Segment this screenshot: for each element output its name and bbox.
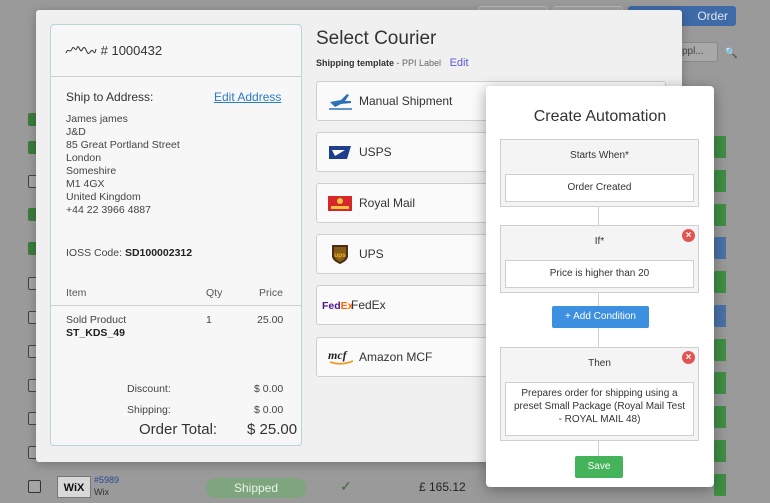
then-label: Then bbox=[588, 358, 611, 369]
item-column-header: Item bbox=[66, 287, 87, 299]
price-column-header: Price bbox=[259, 287, 283, 299]
channel-label: Wix bbox=[94, 487, 109, 497]
address-line: London bbox=[66, 152, 102, 164]
connector-line bbox=[598, 441, 599, 456]
search-input[interactable]: ppl... bbox=[678, 42, 718, 62]
svg-text:mcf: mcf bbox=[328, 348, 348, 362]
shipping-template-line: Shipping template - PPI Label Edit bbox=[316, 57, 469, 69]
item-name: Sold Product bbox=[66, 314, 127, 326]
ups-logo-icon: ups bbox=[332, 245, 348, 264]
address-line: James james bbox=[66, 113, 128, 125]
order-summary-card: # 1000432 Ship to Address: Edit Address … bbox=[50, 24, 302, 446]
order-total-label: Order Total: bbox=[139, 421, 218, 438]
create-automation-title: Create Automation bbox=[533, 108, 667, 125]
address-line: United Kingdom bbox=[66, 191, 141, 203]
item-sku: ST_KDS_49 bbox=[66, 327, 125, 339]
order-number: # 1000432 bbox=[65, 43, 162, 58]
courier-name: FedEx bbox=[351, 298, 386, 312]
divider bbox=[51, 76, 301, 77]
address-line: M1 4GX bbox=[66, 178, 105, 190]
row-action-button[interactable] bbox=[714, 406, 726, 428]
save-button[interactable]: Save bbox=[575, 456, 623, 478]
item-qty: 1 bbox=[206, 314, 212, 326]
remove-action-icon[interactable]: × bbox=[682, 351, 695, 364]
row-action-button[interactable] bbox=[714, 372, 726, 394]
royal-mail-logo-icon bbox=[328, 196, 352, 211]
row-action-button[interactable] bbox=[714, 440, 726, 462]
courier-name: USPS bbox=[359, 145, 392, 159]
usps-logo-icon bbox=[329, 146, 351, 159]
checkmark-icon: ✓ bbox=[340, 478, 352, 494]
courier-name: Manual Shipment bbox=[359, 94, 453, 108]
wix-logo-icon: WiX bbox=[57, 476, 91, 498]
address-line: +44 22 3966 4887 bbox=[66, 204, 151, 216]
trigger-select[interactable]: Order Created bbox=[505, 174, 694, 202]
select-courier-title: Select Courier bbox=[316, 28, 437, 49]
search-icon[interactable]: 🔍 bbox=[724, 46, 738, 59]
ioss-code: IOSS Code: SD100002312 bbox=[66, 247, 192, 259]
status-badge: Shipped bbox=[206, 478, 306, 498]
item-price: 25.00 bbox=[257, 314, 284, 326]
discount-value: $ 0.00 bbox=[254, 383, 284, 395]
shipping-label: Shipping: bbox=[127, 404, 171, 416]
create-automation-panel: Create Automation Starts When* Order Cre… bbox=[486, 86, 714, 487]
order-amount: £ 165.12 bbox=[419, 480, 466, 494]
courier-name: Royal Mail bbox=[359, 196, 416, 210]
address-line: J&D bbox=[66, 126, 86, 138]
if-block: If* × Price is higher than 20 bbox=[500, 225, 699, 293]
edit-template-link[interactable]: Edit bbox=[450, 57, 469, 69]
airplane-icon bbox=[329, 94, 352, 110]
qty-column-header: Qty bbox=[206, 287, 223, 299]
svg-text:FedEx: FedEx bbox=[322, 300, 354, 312]
connector-line bbox=[598, 328, 599, 347]
ioss-value: SD100002312 bbox=[124, 247, 193, 259]
shipping-template-label: Shipping template bbox=[316, 58, 395, 68]
ship-to-label: Ship to Address: bbox=[66, 90, 154, 104]
row-action-button[interactable] bbox=[714, 204, 726, 226]
row-action-button[interactable] bbox=[714, 271, 726, 293]
discount-label: Discount: bbox=[127, 383, 171, 395]
shipping-value: $ 0.00 bbox=[254, 404, 284, 416]
connector-line bbox=[598, 207, 599, 225]
then-block: Then × Prepares order for shipping using… bbox=[500, 347, 699, 441]
row-action-button[interactable] bbox=[714, 170, 726, 192]
row-action-button[interactable] bbox=[714, 136, 726, 158]
edit-address-link[interactable]: Edit Address bbox=[214, 90, 281, 104]
scribble-icon bbox=[65, 46, 97, 55]
courier-name: UPS bbox=[359, 247, 384, 261]
starts-when-block: Starts When* Order Created bbox=[500, 139, 699, 207]
svg-text:ups: ups bbox=[334, 252, 346, 259]
row-action-button[interactable] bbox=[714, 305, 726, 327]
row-action-button[interactable] bbox=[714, 339, 726, 361]
action-field[interactable]: Prepares order for shipping using a pres… bbox=[505, 382, 694, 436]
shipping-template-value: - PPI Label bbox=[396, 58, 442, 68]
row-action-button[interactable] bbox=[714, 237, 726, 259]
address-line: 85 Great Portland Street bbox=[66, 139, 180, 151]
starts-when-label: Starts When* bbox=[570, 150, 629, 161]
ioss-label: IOSS Code: bbox=[66, 247, 123, 259]
remove-condition-icon[interactable]: × bbox=[682, 229, 695, 242]
amazon-mcf-logo-icon: mcf bbox=[328, 348, 354, 365]
order-number-link[interactable]: #5989 bbox=[94, 475, 119, 485]
add-condition-button[interactable]: + Add Condition bbox=[552, 306, 649, 328]
courier-name: Amazon MCF bbox=[359, 350, 433, 364]
row-checkbox[interactable] bbox=[28, 480, 41, 493]
divider bbox=[51, 305, 301, 306]
connector-line bbox=[598, 293, 599, 306]
address-line: Someshire bbox=[66, 165, 117, 177]
if-label: If* bbox=[594, 236, 605, 247]
order-total-value: $ 25.00 bbox=[247, 421, 298, 438]
order-number-text: # 1000432 bbox=[100, 43, 163, 58]
condition-field[interactable]: Price is higher than 20 bbox=[505, 260, 694, 288]
fedex-logo-icon: FedEx bbox=[322, 300, 354, 312]
